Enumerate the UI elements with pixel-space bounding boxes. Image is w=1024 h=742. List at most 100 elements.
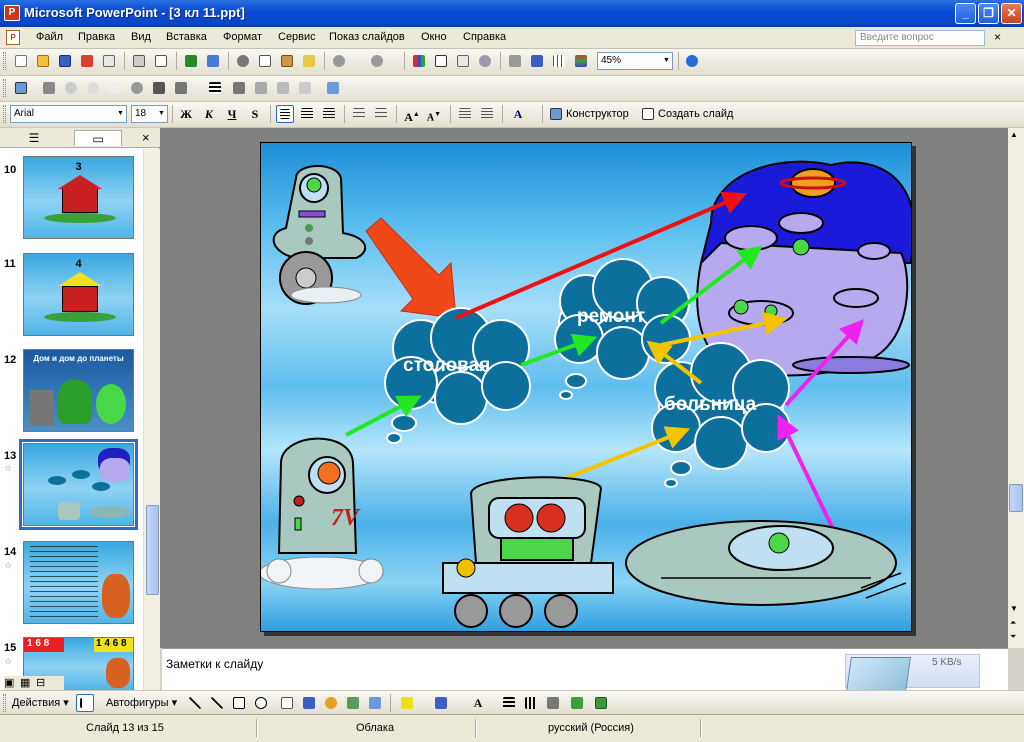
slide-canvas[interactable]: столовая ремонт больница 7V bbox=[260, 142, 912, 632]
spelling-icon[interactable] bbox=[182, 52, 200, 70]
shadow-style-icon[interactable] bbox=[568, 694, 586, 712]
arrow-icon[interactable] bbox=[208, 694, 226, 712]
menu-window[interactable]: Окно bbox=[421, 31, 447, 43]
scrollbar-thumb[interactable] bbox=[146, 505, 159, 595]
font-color-button[interactable]: A bbox=[508, 105, 528, 123]
help-icon[interactable] bbox=[683, 52, 701, 70]
align-center-icon[interactable] bbox=[298, 105, 316, 123]
numbering-icon[interactable] bbox=[350, 105, 368, 123]
fill-color-icon[interactable] bbox=[398, 694, 416, 712]
compress-icon[interactable] bbox=[230, 79, 248, 97]
increase-indent-icon[interactable] bbox=[478, 105, 496, 123]
hyperlink-icon[interactable] bbox=[476, 52, 494, 70]
slide-thumbnail-14[interactable] bbox=[23, 541, 134, 624]
cloud-canteen-label[interactable]: столовая bbox=[403, 355, 490, 377]
research-icon[interactable] bbox=[204, 52, 222, 70]
open-icon[interactable] bbox=[34, 52, 52, 70]
diagram-icon[interactable] bbox=[322, 694, 340, 712]
ask-question-input[interactable]: Введите вопрос bbox=[855, 30, 985, 46]
decrease-font-size-button[interactable]: A▼ bbox=[424, 105, 444, 123]
minimize-button[interactable]: _ bbox=[955, 3, 976, 24]
close-button[interactable]: ✕ bbox=[1001, 3, 1022, 24]
document-icon[interactable]: P bbox=[6, 30, 20, 45]
less-contrast-icon[interactable] bbox=[84, 79, 102, 97]
close-pane-button[interactable]: × bbox=[142, 130, 150, 145]
format-painter-icon[interactable] bbox=[300, 52, 318, 70]
select-objects-icon[interactable] bbox=[76, 694, 94, 712]
picture-icon[interactable] bbox=[366, 694, 384, 712]
font-select[interactable]: Arial ▼ bbox=[10, 105, 127, 123]
toolbar-grip[interactable] bbox=[3, 79, 6, 97]
bullets-icon[interactable] bbox=[372, 105, 390, 123]
previous-slide-icon[interactable]: ⏶ bbox=[1010, 618, 1016, 628]
slide-scrollbar[interactable]: ▲ ▼ ⏶ ⏷ bbox=[1008, 128, 1024, 648]
new-icon[interactable] bbox=[12, 52, 30, 70]
zoom-select[interactable]: 45% ▼ bbox=[597, 52, 673, 70]
line-style-draw-icon[interactable] bbox=[500, 694, 518, 712]
slide-thumbnail-12[interactable]: Дом и дом до планеты bbox=[23, 349, 134, 432]
color-icon[interactable] bbox=[40, 79, 58, 97]
copy-icon[interactable] bbox=[256, 52, 274, 70]
set-transparent-icon[interactable] bbox=[296, 79, 314, 97]
email-icon[interactable] bbox=[100, 52, 118, 70]
increase-font-size-button[interactable]: A▲ bbox=[402, 105, 422, 124]
wordart-icon[interactable] bbox=[300, 694, 318, 712]
text-box-icon[interactable] bbox=[278, 694, 296, 712]
normal-view-icon[interactable]: ▣ bbox=[4, 676, 14, 689]
insert-picture-icon[interactable] bbox=[12, 79, 30, 97]
italic-button[interactable]: К bbox=[199, 105, 219, 123]
scrollbar-thumb[interactable] bbox=[1009, 484, 1023, 512]
maximize-button[interactable]: ❐ bbox=[978, 3, 999, 24]
tables-borders-icon[interactable] bbox=[454, 52, 472, 70]
slide-thumbnail-11[interactable]: 4 bbox=[23, 253, 134, 336]
underline-button[interactable]: Ч bbox=[222, 105, 242, 123]
less-brightness-icon[interactable] bbox=[128, 79, 146, 97]
new-slide-icon[interactable] bbox=[639, 105, 657, 123]
slides-pane-scrollbar[interactable] bbox=[143, 149, 160, 690]
new-slide-button[interactable]: Создать слайд bbox=[658, 108, 733, 120]
undo-icon[interactable] bbox=[330, 52, 348, 70]
oval-icon[interactable] bbox=[252, 694, 270, 712]
close-document-button[interactable]: × bbox=[994, 30, 1001, 44]
slide-sorter-icon[interactable]: ▦ bbox=[20, 676, 30, 689]
table-icon[interactable] bbox=[432, 52, 450, 70]
grid-icon[interactable] bbox=[550, 52, 568, 70]
menu-tools[interactable]: Сервис bbox=[278, 31, 316, 43]
expand-all-icon[interactable] bbox=[506, 52, 524, 70]
recolor-icon[interactable] bbox=[252, 79, 270, 97]
toolbar-grip[interactable] bbox=[3, 105, 6, 123]
line-color-icon[interactable] bbox=[432, 694, 450, 712]
font-size-select[interactable]: 18 ▼ bbox=[131, 105, 168, 123]
cloud-repair-label[interactable]: ремонт bbox=[577, 306, 645, 328]
show-formatting-icon[interactable] bbox=[528, 52, 546, 70]
crop-icon[interactable] bbox=[150, 79, 168, 97]
reset-picture-icon[interactable] bbox=[324, 79, 342, 97]
more-contrast-icon[interactable] bbox=[62, 79, 80, 97]
save-icon[interactable] bbox=[56, 52, 74, 70]
rectangle-icon[interactable] bbox=[230, 694, 248, 712]
chart-icon[interactable] bbox=[410, 52, 428, 70]
next-slide-icon[interactable]: ⏷ bbox=[1010, 632, 1016, 642]
menu-help[interactable]: Справка bbox=[463, 31, 506, 43]
menu-slideshow[interactable]: Показ слайдов bbox=[329, 31, 405, 43]
powerpoint-app-icon[interactable]: P bbox=[4, 5, 20, 21]
autoshapes-menu[interactable]: Автофигуры ▾ bbox=[106, 696, 177, 709]
3d-style-icon[interactable] bbox=[592, 694, 610, 712]
dash-style-icon[interactable] bbox=[522, 694, 540, 712]
print-icon[interactable] bbox=[130, 52, 148, 70]
print-preview-icon[interactable] bbox=[152, 52, 170, 70]
menu-insert[interactable]: Вставка bbox=[166, 31, 207, 43]
arrow-style-icon[interactable] bbox=[544, 694, 562, 712]
color-grayscale-icon[interactable] bbox=[572, 52, 590, 70]
menu-view[interactable]: Вид bbox=[131, 31, 151, 43]
toolbar-grip[interactable] bbox=[3, 52, 6, 70]
slide-thumbnail-10[interactable]: 3 bbox=[23, 156, 134, 239]
shadow-button[interactable]: S bbox=[245, 105, 265, 123]
decrease-indent-icon[interactable] bbox=[456, 105, 474, 123]
menu-edit[interactable]: Правка bbox=[78, 31, 115, 43]
format-picture-icon[interactable] bbox=[274, 79, 292, 97]
outline-tab[interactable]: ☰ bbox=[10, 130, 58, 146]
align-left-icon[interactable] bbox=[276, 105, 294, 123]
design-icon[interactable] bbox=[547, 105, 565, 123]
permission-icon[interactable] bbox=[78, 52, 96, 70]
